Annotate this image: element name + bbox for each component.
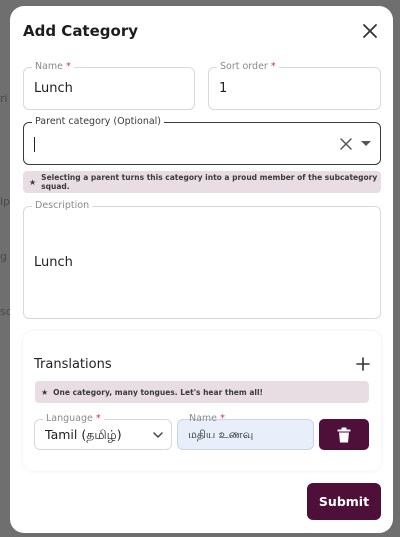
close-icon[interactable] — [361, 22, 379, 40]
name-label: Name * — [32, 61, 74, 72]
sort-order-field[interactable]: Sort order * 1 — [208, 61, 381, 110]
caret-down-icon[interactable] — [360, 140, 372, 148]
parent-hint-text: Selecting a parent turns this category i… — [41, 173, 378, 191]
translations-title: Translations — [34, 357, 112, 372]
sort-order-value: 1 — [219, 81, 228, 96]
text-cursor — [34, 137, 35, 152]
translations-hint-text: One category, many tongues. Let's hear t… — [53, 387, 263, 397]
translation-name-field[interactable]: Name * மதிய உணவு — [177, 413, 314, 450]
description-value: Lunch — [34, 255, 73, 270]
chevron-down-icon[interactable] — [153, 432, 163, 439]
backdrop-text: ip — [0, 195, 10, 208]
star-icon: ★ — [41, 387, 49, 397]
language-select[interactable]: Language * Tamil (தமிழ்) — [34, 413, 172, 450]
parent-category-select[interactable]: Parent category (Optional) — [23, 116, 381, 165]
backdrop-text: ri — [0, 92, 8, 105]
backdrop-text: sc — [0, 305, 10, 318]
translations-hint: ★ One category, many tongues. Let's hear… — [35, 381, 369, 403]
translations-section: Translations ★ One category, many tongue… — [23, 331, 381, 471]
language-label: Language * — [43, 413, 104, 424]
submit-button[interactable]: Submit — [307, 483, 381, 520]
backdrop-text: g — [0, 250, 7, 263]
translation-name-value: மதிய உணவு — [188, 428, 254, 441]
description-field[interactable]: Description Lunch — [23, 200, 381, 319]
dialog-title: Add Category — [23, 22, 138, 40]
parent-category-label: Parent category (Optional) — [32, 116, 165, 127]
add-category-dialog: Add Category Name * Lunch Sort order * 1… — [10, 6, 393, 533]
name-field[interactable]: Name * Lunch — [23, 61, 195, 110]
delete-translation-button[interactable] — [319, 419, 369, 450]
description-label: Description — [32, 200, 93, 211]
language-value: Tamil (தமிழ்) — [45, 427, 122, 442]
star-icon: ★ — [29, 177, 37, 187]
parent-hint: ★ Selecting a parent turns this category… — [23, 171, 381, 193]
sort-order-label: Sort order * — [217, 61, 279, 72]
plus-icon[interactable] — [355, 356, 371, 372]
clear-icon[interactable] — [339, 137, 353, 151]
trash-icon — [337, 427, 351, 442]
translation-name-label: Name * — [189, 413, 225, 424]
name-value: Lunch — [34, 81, 73, 96]
